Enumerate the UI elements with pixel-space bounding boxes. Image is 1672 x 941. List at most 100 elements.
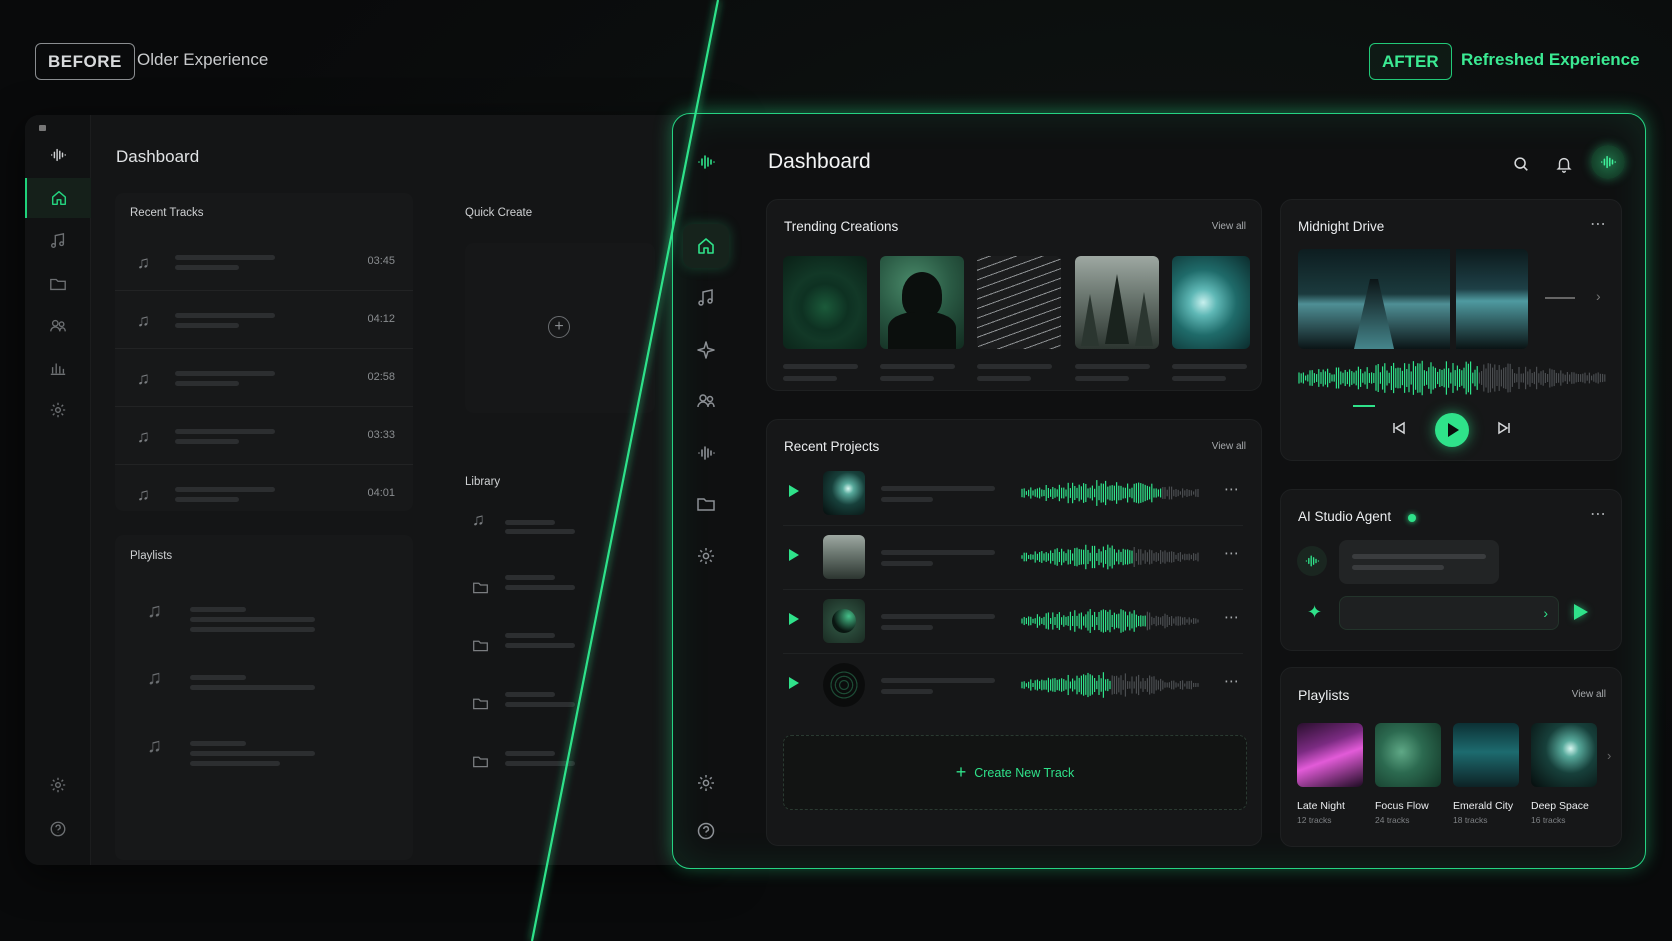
project-row[interactable]: ⋯ bbox=[783, 462, 1243, 526]
folder-icon[interactable] bbox=[683, 482, 729, 526]
waveform bbox=[1021, 544, 1199, 570]
project-row[interactable]: ⋯ bbox=[783, 590, 1243, 654]
view-all-link[interactable]: View all bbox=[1212, 441, 1246, 452]
more-icon[interactable]: ⋯ bbox=[1590, 214, 1607, 234]
home-icon[interactable] bbox=[25, 178, 91, 218]
playlists-title: Playlists bbox=[1298, 687, 1350, 703]
gear-icon[interactable] bbox=[683, 534, 729, 578]
after-tag: AFTER bbox=[1369, 43, 1452, 80]
previous-track-icon[interactable] bbox=[1391, 420, 1407, 441]
waveform bbox=[1021, 672, 1199, 698]
recent-projects-card: Recent Projects View all ⋯ ⋯ ⋯ ⋯ + Creat… bbox=[766, 419, 1262, 846]
gear-icon[interactable] bbox=[683, 761, 729, 805]
send-icon[interactable] bbox=[1574, 604, 1588, 620]
old-track-row[interactable]: ♫ 04:12 bbox=[115, 291, 413, 349]
waveform bbox=[1021, 480, 1199, 506]
now-playing-card: Midnight Drive ⋯ › bbox=[1280, 199, 1622, 461]
playlist-cover[interactable] bbox=[1375, 723, 1441, 787]
playlist-name: Late Night bbox=[1297, 800, 1345, 812]
creation-thumbnail[interactable] bbox=[880, 256, 964, 349]
waveform bbox=[1021, 609, 1199, 633]
old-page-title: Dashboard bbox=[116, 147, 200, 166]
new-sidebar bbox=[673, 114, 741, 868]
sparkle-icon[interactable] bbox=[683, 328, 729, 372]
playlist-cover[interactable] bbox=[1297, 723, 1363, 787]
play-icon[interactable] bbox=[789, 677, 799, 689]
play-icon[interactable] bbox=[789, 485, 799, 497]
music-note-icon: ♫ bbox=[147, 600, 162, 622]
users-icon[interactable] bbox=[683, 379, 729, 423]
music-note-icon[interactable] bbox=[25, 221, 91, 261]
help-icon[interactable] bbox=[683, 809, 729, 853]
creation-thumbnail[interactable] bbox=[783, 256, 867, 349]
artwork-carousel-indicator bbox=[1545, 297, 1575, 299]
play-icon[interactable] bbox=[789, 613, 799, 625]
play-button[interactable] bbox=[1435, 413, 1469, 447]
music-note-icon: ♫ bbox=[137, 369, 150, 388]
old-track-row[interactable]: ♫ 03:33 bbox=[115, 407, 413, 465]
before-tag: BEFORE bbox=[35, 43, 135, 80]
old-dashboard-panel: Dashboard Recent Tracks ♫ 03:45 ♫ 04:12 bbox=[25, 115, 725, 865]
chevron-right-icon[interactable]: › bbox=[1596, 288, 1601, 304]
playlist-track-count: 16 tracks bbox=[1531, 815, 1566, 825]
more-icon[interactable]: ⋯ bbox=[1224, 544, 1239, 562]
creation-thumbnail[interactable] bbox=[1172, 256, 1250, 349]
play-icon[interactable] bbox=[789, 549, 799, 561]
users-icon[interactable] bbox=[25, 306, 91, 346]
now-playing-title: Midnight Drive bbox=[1298, 219, 1385, 234]
agent-prompt-input[interactable]: › bbox=[1339, 596, 1559, 630]
create-new-track-button[interactable]: + Create New Track bbox=[783, 735, 1247, 810]
more-icon[interactable]: ⋯ bbox=[1224, 672, 1239, 690]
playlist-name: Emerald City bbox=[1453, 800, 1514, 812]
old-track-row[interactable]: ♫ 03:45 bbox=[115, 233, 413, 291]
more-icon[interactable]: ⋯ bbox=[1224, 480, 1239, 498]
project-thumbnail bbox=[823, 471, 865, 515]
search-icon[interactable] bbox=[1506, 149, 1536, 179]
sparkle-icon[interactable]: ✦ bbox=[1307, 602, 1322, 623]
home-icon[interactable] bbox=[683, 224, 729, 268]
help-icon[interactable] bbox=[25, 809, 91, 849]
waveform-icon bbox=[683, 140, 729, 184]
track-duration: 02:58 bbox=[367, 371, 395, 383]
avatar[interactable] bbox=[1591, 145, 1625, 179]
chevron-right-icon[interactable]: › bbox=[1607, 748, 1611, 763]
playlists-card: Playlists View all › Late Night 12 track… bbox=[1280, 667, 1622, 847]
folder-icon[interactable] bbox=[25, 264, 91, 304]
old-playlists-title: Playlists bbox=[130, 550, 173, 562]
view-all-link[interactable]: View all bbox=[1212, 221, 1246, 232]
player-waveform bbox=[1298, 360, 1606, 396]
folder-icon bbox=[473, 640, 488, 652]
playlist-cover[interactable] bbox=[1531, 723, 1597, 787]
project-row[interactable]: ⋯ bbox=[783, 526, 1243, 590]
more-icon[interactable]: ⋯ bbox=[1590, 504, 1607, 524]
playback-progress bbox=[1353, 405, 1375, 407]
gear-icon[interactable] bbox=[25, 390, 91, 430]
creation-thumbnail[interactable] bbox=[1075, 256, 1159, 349]
old-quick-create-card[interactable]: + bbox=[465, 243, 655, 413]
settings-icon[interactable] bbox=[25, 765, 91, 805]
trending-creations-title: Trending Creations bbox=[784, 219, 899, 234]
track-duration: 04:01 bbox=[367, 487, 395, 499]
bell-icon[interactable] bbox=[1549, 149, 1579, 179]
music-note-icon[interactable] bbox=[683, 276, 729, 320]
waveform-icon bbox=[1600, 155, 1616, 169]
view-all-link[interactable]: View all bbox=[1572, 689, 1606, 700]
chevron-right-icon: › bbox=[1543, 605, 1548, 621]
project-thumbnail bbox=[823, 663, 865, 707]
old-track-row[interactable]: ♫ 04:01 bbox=[115, 465, 413, 523]
old-track-row[interactable]: ♫ 02:58 bbox=[115, 349, 413, 407]
add-icon[interactable]: + bbox=[548, 316, 570, 338]
next-track-icon[interactable] bbox=[1496, 420, 1512, 441]
waveform-icon[interactable] bbox=[683, 431, 729, 475]
playlist-name: Focus Flow bbox=[1375, 800, 1429, 812]
waveform-icon bbox=[25, 135, 91, 175]
old-playlists-card: Playlists ♫ ♫ ♫ bbox=[115, 535, 413, 860]
bar-chart-icon[interactable] bbox=[25, 348, 91, 388]
creation-thumbnail[interactable] bbox=[977, 256, 1061, 349]
playlist-track-count: 12 tracks bbox=[1297, 815, 1332, 825]
project-row[interactable]: ⋯ bbox=[783, 654, 1243, 718]
track-artwork bbox=[1456, 249, 1528, 349]
more-icon[interactable]: ⋯ bbox=[1224, 608, 1239, 626]
playlist-cover[interactable] bbox=[1453, 723, 1519, 787]
old-quick-create-title: Quick Create bbox=[465, 207, 533, 219]
